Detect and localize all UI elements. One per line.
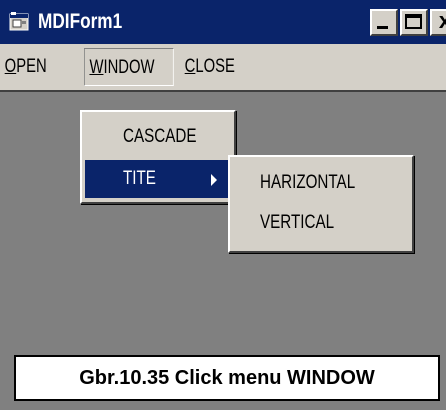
menu-item-tite[interactable]: TITE: [85, 160, 233, 198]
menu-item-vertical[interactable]: VERTICAL: [260, 205, 353, 241]
menu-bar: OPEN WINDOW CLOSE: [0, 44, 446, 90]
submenu-arrow-icon: [211, 174, 217, 186]
minimize-button[interactable]: [370, 9, 398, 36]
mdi-window: MDIForm1 x OPEN WINDOW CLOSE CASCADE TIT…: [0, 0, 446, 410]
title-bar[interactable]: MDIForm1 x: [0, 0, 446, 44]
minimize-icon: [377, 26, 388, 29]
menu-close[interactable]: CLOSE: [180, 48, 240, 86]
figure-caption: Gbr.10.35 Click menu WINDOW: [14, 355, 440, 401]
close-window-button[interactable]: x: [430, 9, 446, 36]
menu-window[interactable]: WINDOW: [84, 48, 174, 86]
window-title: MDIForm1: [38, 10, 123, 33]
window-menu-dropdown: CASCADE TITE: [80, 110, 236, 204]
app-form-icon[interactable]: [8, 10, 32, 34]
menu-open[interactable]: OPEN: [0, 48, 51, 86]
tite-submenu: HARIZONTAL VERTICAL: [228, 155, 414, 253]
maximize-button[interactable]: [400, 9, 428, 36]
menu-item-cascade[interactable]: CASCADE: [85, 118, 233, 156]
maximize-icon: [405, 14, 422, 29]
menu-item-harizontal[interactable]: HARIZONTAL: [260, 165, 379, 201]
close-icon: x: [438, 8, 446, 33]
